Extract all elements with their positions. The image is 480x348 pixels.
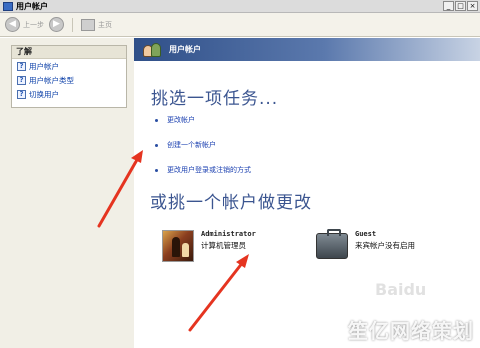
task-label: 更改帐户 [167, 116, 195, 124]
account-name: Guest [355, 230, 377, 238]
bullet-icon [155, 118, 158, 122]
bullet-icon [155, 168, 158, 172]
learn-item-label: 用户帐户 [29, 62, 59, 71]
learn-item-label: 用户帐户类型 [29, 76, 74, 85]
window-title: 用户帐户 [16, 1, 48, 11]
main-header: 用户帐户 [134, 38, 480, 61]
learn-item-switch-users[interactable]: ? 切换用户 [12, 88, 126, 101]
toolbar-divider [72, 17, 73, 32]
home-label[interactable]: 主页 [98, 20, 112, 30]
account-administrator[interactable]: Administrator 计算机管理员 [162, 230, 256, 262]
learn-item-account-types[interactable]: ? 用户帐户类型 [12, 74, 126, 87]
bullet-icon [155, 143, 158, 147]
account-desc: 来宾帐户没有启用 [355, 241, 415, 250]
title-bar: 用户帐户 _ □ × [0, 0, 480, 13]
home-icon[interactable] [81, 18, 95, 31]
watermark: 笙亿网络策划 [348, 319, 474, 343]
task-label: 更改用户登录或注销的方式 [167, 166, 251, 174]
close-button[interactable]: × [467, 1, 478, 11]
main-header-title: 用户帐户 [169, 45, 201, 54]
window-controls: _ □ × [443, 1, 478, 11]
back-button[interactable]: ◀ 上一步 [5, 17, 44, 32]
learn-about-box: 了解 ? 用户帐户 ? 用户帐户类型 ? 切换用户 [11, 45, 127, 108]
faint-watermark: Baidu [375, 280, 427, 299]
minimize-button[interactable]: _ [443, 1, 454, 11]
chess-avatar-icon [162, 230, 194, 262]
account-guest[interactable]: Guest 来宾帐户没有启用 [316, 229, 415, 259]
left-pane: 了解 ? 用户帐户 ? 用户帐户类型 ? 切换用户 [0, 38, 134, 348]
pick-task-heading: 挑选一项任务... [151, 89, 279, 109]
learn-header: 了解 [12, 46, 126, 59]
toolbar: ◀ 上一步 ▶ 主页 [0, 13, 480, 37]
pick-account-heading: 或挑一个帐户做更改 [150, 193, 312, 213]
maximize-button[interactable]: □ [455, 1, 466, 11]
task-create-account[interactable]: 创建一个新帐户 [155, 140, 216, 150]
learn-item-user-accounts[interactable]: ? 用户帐户 [12, 60, 126, 73]
forward-arrow-icon: ▶ [49, 17, 64, 32]
help-icon: ? [17, 62, 26, 71]
users-icon [143, 42, 163, 58]
back-label: 上一步 [23, 20, 44, 29]
help-icon: ? [17, 76, 26, 85]
briefcase-avatar-icon [316, 229, 348, 259]
help-icon: ? [17, 90, 26, 99]
back-arrow-icon: ◀ [5, 17, 20, 32]
account-name: Administrator [201, 230, 256, 238]
task-change-account[interactable]: 更改帐户 [155, 115, 195, 125]
task-label: 创建一个新帐户 [167, 141, 216, 149]
task-change-logon[interactable]: 更改用户登录或注销的方式 [155, 165, 251, 175]
learn-item-label: 切换用户 [29, 90, 59, 99]
forward-button[interactable]: ▶ [49, 17, 64, 32]
users-app-icon [3, 1, 13, 11]
arrow-to-administrator [188, 254, 249, 332]
account-desc: 计算机管理员 [201, 241, 246, 250]
